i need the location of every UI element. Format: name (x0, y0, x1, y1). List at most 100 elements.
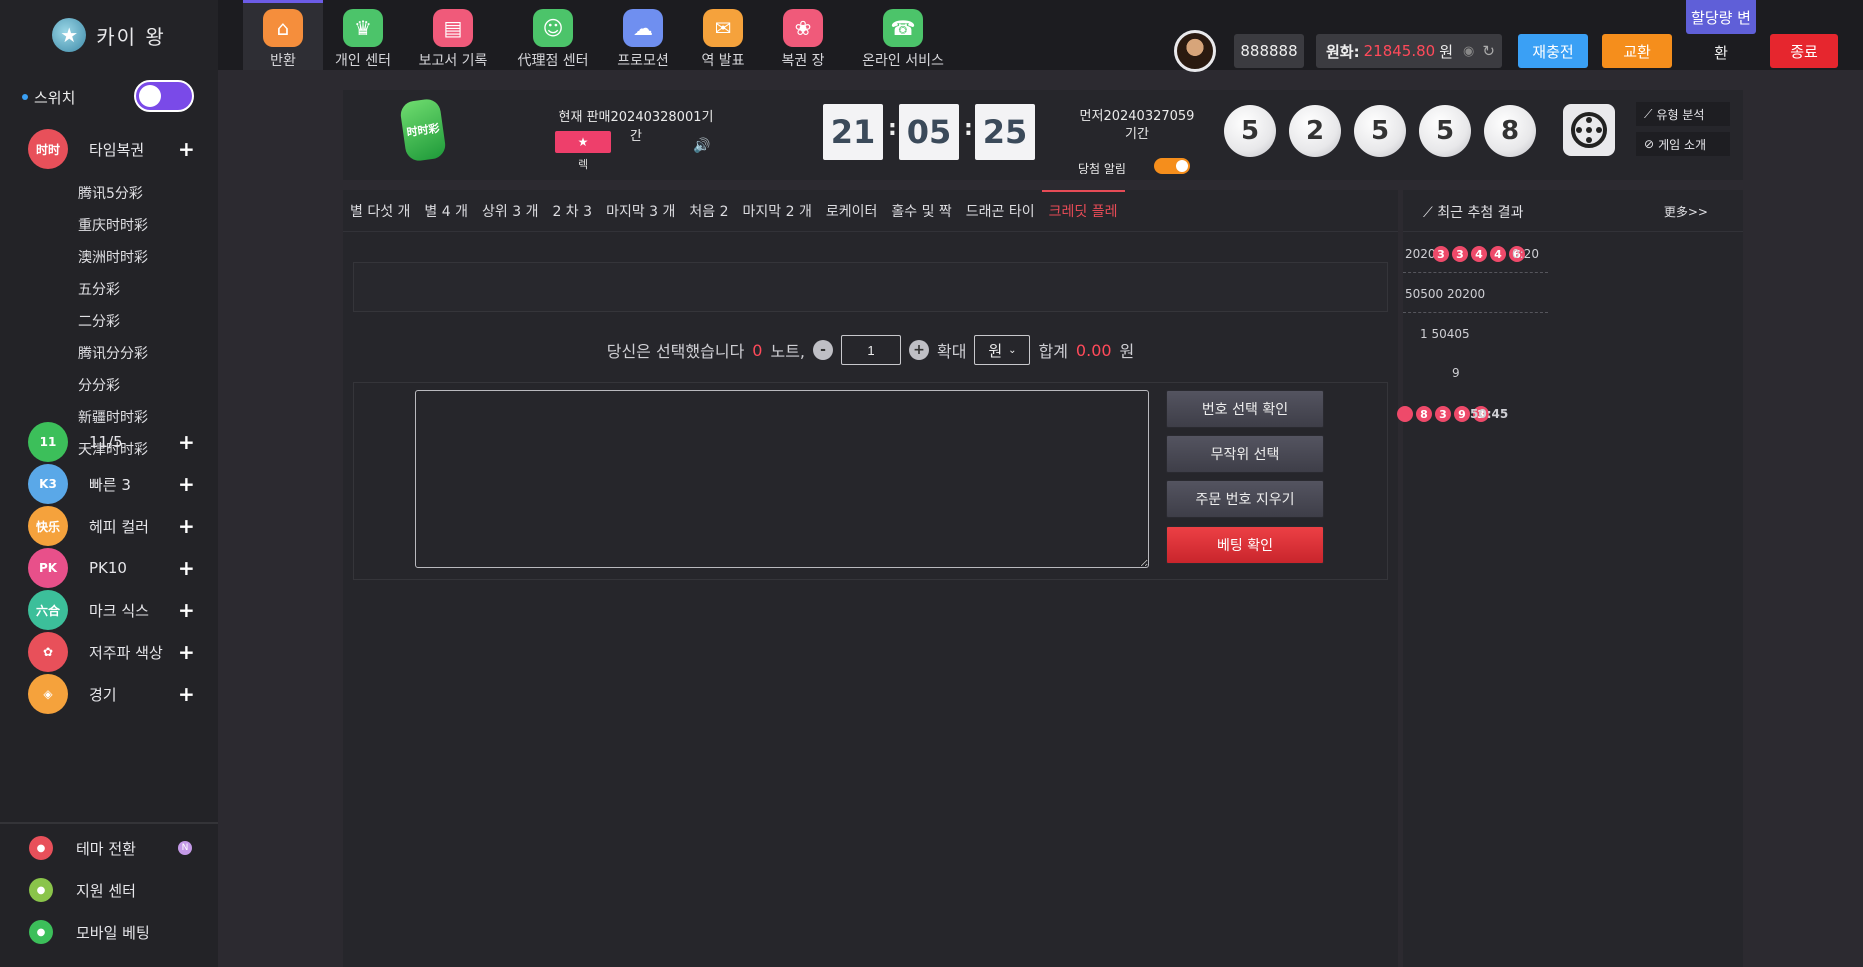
play-type-tab[interactable]: 2 차 3 (545, 190, 599, 232)
sidebar-category[interactable]: K3 빠른 3 + (0, 461, 218, 507)
speaker-icon[interactable]: 🔊 (693, 138, 710, 154)
result-divider (1403, 272, 1548, 273)
multiple-input[interactable] (841, 335, 902, 365)
brand-logo[interactable]: ★ 카이 왕 (0, 0, 218, 70)
total-unit: 원 (1119, 342, 1135, 361)
result-ball: 9 (1454, 406, 1470, 422)
game-icon: ◈ (28, 674, 68, 714)
low-freq-icon: ✿ (28, 632, 68, 672)
sidebar-category-label: 경기 (89, 685, 117, 704)
expand-icon[interactable]: + (178, 682, 195, 706)
toggle-knob (139, 85, 161, 107)
unit-select[interactable]: 원 ⌄ (974, 335, 1031, 365)
nav-item-promotion[interactable]: ☁ 프로모션 (603, 0, 683, 70)
expand-icon[interactable]: + (178, 137, 195, 161)
result-ball: 4 (1490, 246, 1506, 262)
sidebar-subitem[interactable]: 新疆时时彩 (78, 405, 148, 429)
report-icon: ▤ (433, 9, 473, 47)
sidebar-category-label: 빠른 3 (89, 475, 131, 494)
sidebar-category[interactable]: ◈ 경기 + (0, 671, 218, 717)
star-logo-icon: ★ (52, 18, 87, 52)
sidebar-subitem[interactable]: 重庆时时彩 (78, 213, 148, 237)
user-avatar[interactable] (1174, 30, 1216, 72)
game-intro-link[interactable]: ⊘ 게임 소개 (1636, 132, 1730, 156)
sidebar-category[interactable]: PK PK10 + (0, 545, 218, 591)
expand-icon[interactable]: + (178, 514, 195, 538)
sidebar-category[interactable]: 时时 타임복권 + (0, 126, 218, 172)
confirm-number-button[interactable]: 번호 선택 확인 (1166, 390, 1324, 428)
exchange-button[interactable]: 교환 (1602, 34, 1672, 68)
nav-item-label: 보고서 기록 (418, 53, 488, 69)
decrease-multiple-button[interactable]: - (813, 340, 834, 360)
quota-change-button[interactable]: 할당량 변 (1686, 0, 1756, 34)
play-type-tab[interactable]: 처음 2 (682, 190, 735, 232)
sidebar-category-label: 헤피 컬러 (89, 517, 149, 536)
video-reel-icon[interactable] (1563, 104, 1615, 156)
expand-icon[interactable]: + (178, 430, 195, 454)
notes-label: 노트, (770, 342, 806, 361)
game-intro-label: 게임 소개 (1658, 137, 1707, 152)
sidebar-subitem[interactable]: 腾讯5分彩 (78, 181, 143, 205)
trend-analysis-link[interactable]: ⟋ 유형 분석 (1636, 102, 1730, 126)
number-entry-textarea[interactable] (415, 390, 1149, 568)
expand-icon[interactable]: + (178, 598, 195, 622)
service-icon: ☎ (883, 9, 923, 47)
hide-balance-icon[interactable]: ◉ (1463, 44, 1474, 59)
chevron-down-icon: ⌄ (1008, 344, 1017, 356)
switch-row: 스위치 (22, 80, 202, 114)
sidebar-utility-label: 테마 전환 (76, 839, 136, 858)
sidebar-category[interactable]: 六合 마크 식스 + (0, 587, 218, 633)
refresh-icon[interactable]: ↻ (1482, 42, 1495, 60)
switch-toggle[interactable] (134, 80, 194, 112)
confirm-bet-button[interactable]: 베팅 확인 (1166, 526, 1324, 564)
recharge-button[interactable]: 재충전 (1518, 34, 1588, 68)
sidebar-subitem[interactable]: 二分彩 (78, 309, 120, 333)
random-select-button[interactable]: 무작위 선택 (1166, 435, 1324, 473)
play-type-tab[interactable]: 홀수 및 짝 (884, 190, 958, 232)
sidebar-subitem[interactable]: 分分彩 (78, 373, 120, 397)
top-navigation: ⌂ 반환 ♛ 개인 센터 ▤ 보고서 기록 ☺ 代理점 센터 ☁ 프로모션 ✉ 역 발표 ❀ 복권 장 ☎ 온… (243, 0, 963, 70)
exit-button[interactable]: 종료 (1770, 34, 1838, 68)
play-type-tab[interactable]: 크레딧 플레 (1041, 190, 1125, 232)
timer-minutes: 05 (899, 104, 959, 160)
sidebar-subitem[interactable]: 天津时时彩 (78, 437, 148, 461)
nav-item-report[interactable]: ▤ 보고서 기록 (403, 0, 503, 70)
favorite-button[interactable]: ★ (555, 131, 611, 153)
time-lottery-icon: 时时 (28, 129, 68, 169)
play-type-tab[interactable]: 드래곤 타이 (959, 190, 1042, 232)
sidebar-subitem[interactable]: 澳洲时时彩 (78, 245, 148, 269)
increase-multiple-button[interactable]: + (909, 340, 930, 360)
nav-item-service[interactable]: ☎ 온라인 서비스 (843, 0, 963, 70)
sidebar-category[interactable]: 快乐 헤피 컬러 + (0, 503, 218, 549)
expand-icon[interactable]: + (178, 556, 195, 580)
play-type-tab[interactable]: 별 4 개 (417, 190, 475, 232)
play-type-tab[interactable]: 마지막 3 개 (599, 190, 682, 232)
clear-numbers-button[interactable]: 주문 번호 지우기 (1166, 480, 1324, 518)
nav-item-agent[interactable]: ☺ 代理점 센터 (503, 0, 603, 70)
sidebar-category[interactable]: ✿ 저주파 색상 + (0, 629, 218, 675)
nav-item-crown[interactable]: ♛ 개인 센터 (323, 0, 403, 70)
draw-number-ball: 5 (1224, 105, 1276, 157)
play-type-tab[interactable]: 마지막 2 개 (736, 190, 819, 232)
play-type-tab[interactable]: 별 다섯 개 (343, 190, 417, 232)
sidebar-subitem[interactable]: 五分彩 (78, 277, 120, 301)
play-type-tab[interactable]: 로케이터 (819, 190, 885, 232)
fast-three-icon: K3 (28, 464, 68, 504)
sidebar-subitem[interactable]: 腾讯分分彩 (78, 341, 148, 365)
expand-icon[interactable]: + (178, 472, 195, 496)
expand-icon[interactable]: + (178, 640, 195, 664)
notify-toggle[interactable] (1154, 158, 1190, 174)
nav-item-mail[interactable]: ✉ 역 발표 (683, 0, 763, 70)
agent-icon: ☺ (533, 9, 573, 47)
recent-results-panel: ⟋ 최근 추첨 결과 更多>> 2020 33446 0:20 50500 20… (1397, 190, 1743, 967)
nav-item-home[interactable]: ⌂ 반환 (243, 0, 323, 70)
quota-change-button-suffix[interactable]: 환 (1686, 40, 1756, 64)
sidebar-utility[interactable]: ● 모바일 베팅 (0, 914, 218, 950)
more-results-link[interactable]: 更多>> (1664, 203, 1708, 220)
promotion-icon: ☁ (623, 9, 663, 47)
play-type-tab[interactable]: 상위 3 개 (475, 190, 545, 232)
nav-item-lottery[interactable]: ❀ 복권 장 (763, 0, 843, 70)
play-type-tabs: 별 다섯 개별 4 개 상위 3 개2 차 3 마지막 3 개 처음 2 마지막 2 개… (343, 190, 1398, 232)
sidebar-utility[interactable]: ● 테마 전환 N (0, 830, 218, 866)
sidebar-utility[interactable]: ● 지원 센터 (0, 872, 218, 908)
